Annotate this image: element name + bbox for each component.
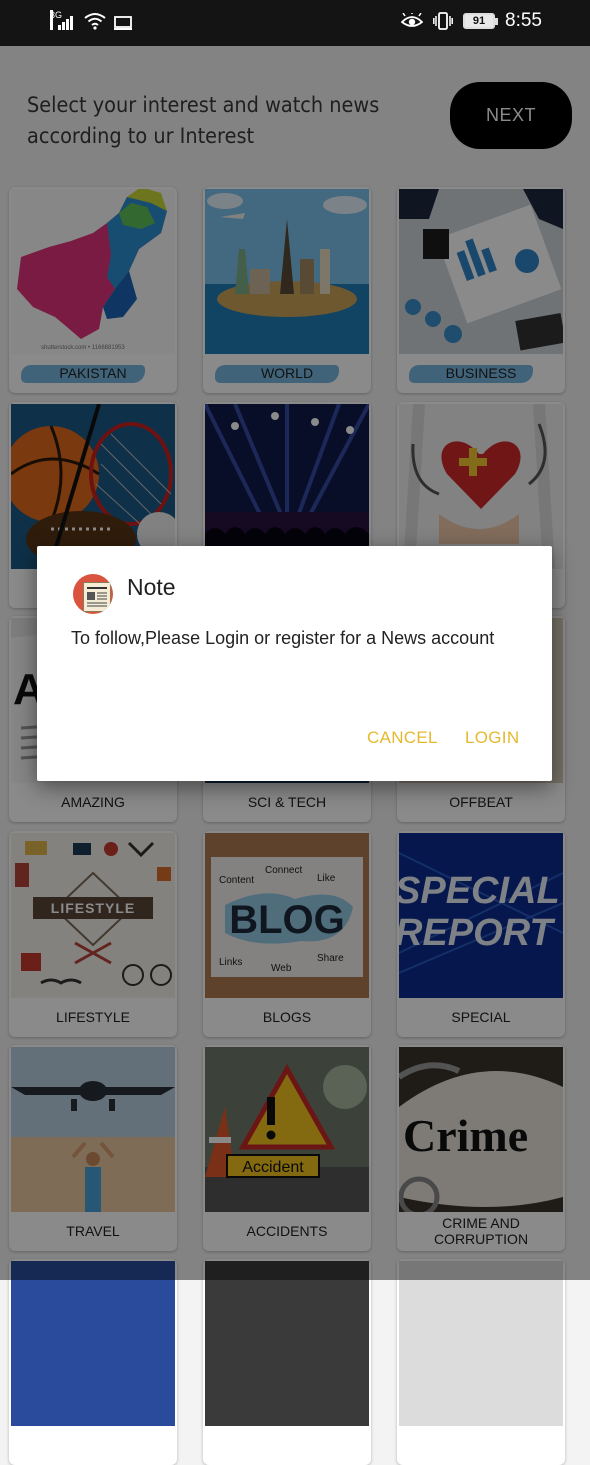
clock: 8:55 (505, 10, 542, 31)
vibrate-icon (433, 12, 453, 30)
partial-image (205, 1261, 369, 1426)
partial-image (399, 1261, 563, 1426)
battery-icon: 91 (463, 13, 499, 29)
network-type: 3G (50, 10, 62, 30)
partial-image (11, 1261, 175, 1426)
dialog-message: To follow,Please Login or register for a… (71, 628, 495, 648)
dialog-title: Note (127, 574, 176, 600)
screen-cast-icon (114, 16, 132, 30)
newspaper-icon (73, 574, 113, 614)
category-card-partial-1[interactable] (9, 1259, 177, 1465)
login-button[interactable]: LOGIN (465, 728, 519, 748)
eye-comfort-icon (401, 13, 424, 27)
login-required-dialog: Note To follow,Please Login or register … (37, 546, 552, 781)
category-card-partial-2[interactable] (203, 1259, 371, 1465)
wifi-icon (84, 13, 106, 30)
cancel-button[interactable]: CANCEL (367, 728, 438, 748)
cell-signal-icon: 3G (50, 10, 76, 30)
status-bar: 3G 91 8:55 (0, 0, 590, 46)
category-card-partial-3[interactable] (397, 1259, 565, 1465)
